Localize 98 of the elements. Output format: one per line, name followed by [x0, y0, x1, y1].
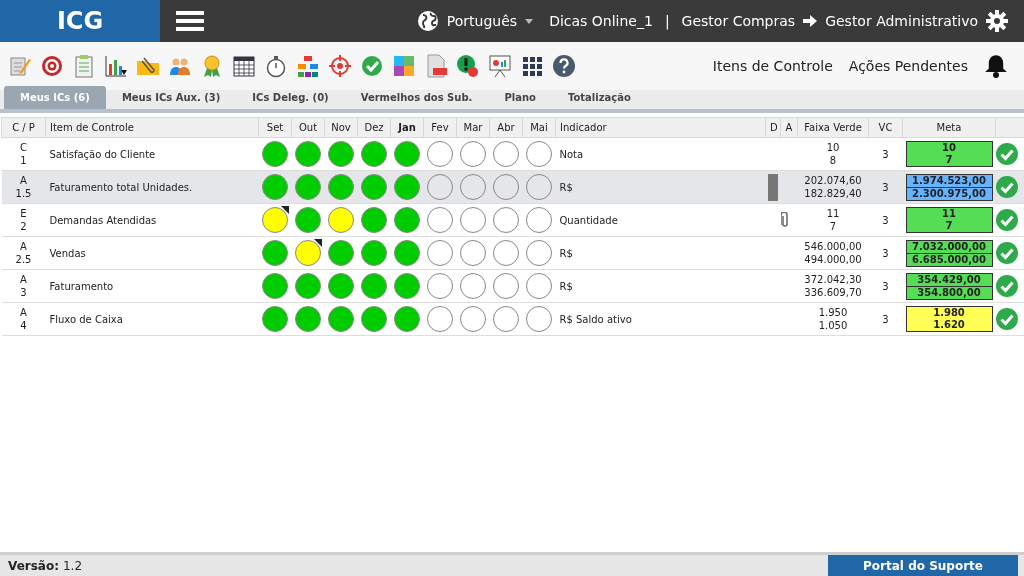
table-cell: R$	[559, 181, 573, 193]
goal-box: 7.032.000,00 6.685.000,00	[905, 239, 993, 267]
goal-box: 11 7	[905, 207, 993, 233]
table-cell: Quantidade	[559, 214, 618, 226]
hierarchy-icon[interactable]	[296, 54, 320, 78]
table-cell: A 3	[20, 272, 27, 299]
table-cell: 546.000,00 494.000,00	[804, 239, 862, 266]
goal-box: 1.980 1.620	[905, 306, 993, 332]
check-circle-icon[interactable]	[995, 275, 1018, 297]
support-link[interactable]: Portal do Suporte	[828, 555, 1018, 576]
tab[interactable]: Meus ICs Aux. (3)	[105, 86, 237, 109]
paperclip-icon[interactable]	[780, 212, 789, 228]
version-label: Versão:	[8, 557, 59, 575]
table-cell: Demandas Atendidas	[49, 214, 157, 226]
column-header[interactable]: Abr	[489, 117, 523, 138]
table-row[interactable]: A 2.5 Vendas R$ 546.000,00 494.000,00 3 7.032.000,00 6.685.000,00	[1, 236, 1024, 270]
tab[interactable]: Vermelhos dos Sub.	[344, 86, 489, 109]
separator-text: |	[664, 11, 670, 32]
calendar-icon[interactable]	[232, 54, 256, 78]
arrow-icon	[803, 15, 818, 27]
caret-icon[interactable]	[525, 18, 534, 24]
table-row[interactable]: E 2 Demandas Atendidas Quantidade 11 7 3 11 7	[1, 203, 1024, 237]
version-number: 1.2	[63, 557, 83, 575]
crosshair-icon[interactable]	[328, 54, 352, 78]
check-circle-icon[interactable]	[995, 143, 1018, 165]
table-cell: A 1.5	[15, 173, 32, 200]
table-cell: 3	[882, 148, 889, 160]
globe-icon	[416, 10, 439, 32]
table-cell: 11 7	[826, 206, 840, 233]
user-name: Dicas Online_1	[549, 11, 653, 31]
tab[interactable]: Totalização	[551, 86, 647, 109]
table-cell: 202.074,60 182.829,40	[804, 173, 862, 200]
table-cell: Faturamento total Unidades.	[49, 181, 193, 193]
column-header[interactable]: Item de Controle	[45, 117, 259, 138]
role-name: Gestor Compras	[681, 11, 796, 31]
column-header[interactable]: Faixa Verde	[797, 117, 869, 138]
table-cell: Faturamento	[49, 280, 114, 292]
settings-icon[interactable]	[986, 10, 1008, 32]
column-header[interactable]: Meta	[902, 117, 996, 138]
column-header[interactable]: Indicador	[555, 117, 766, 138]
table-cell: 10 8	[826, 140, 840, 167]
table-cell: Nota	[559, 148, 584, 160]
stopwatch-icon[interactable]	[264, 54, 288, 78]
nav-link[interactable]: Itens de Controle	[712, 55, 833, 77]
table-cell: 372.042,30 336.609,70	[804, 272, 862, 299]
table-cell: R$	[559, 247, 573, 259]
table-cell: 3	[882, 214, 889, 226]
table-cell: 3	[882, 181, 889, 193]
help-icon[interactable]	[552, 54, 576, 78]
table-row[interactable]: A 3 Faturamento R$ 372.042,30 336.609,70 3 354.429,00 354.800,00	[1, 269, 1024, 303]
tab[interactable]: Plano	[488, 86, 552, 109]
document-icon[interactable]	[424, 54, 448, 78]
check-circle-icon[interactable]	[995, 242, 1018, 264]
table-row[interactable]: A 4 Fluxo de Caixa R$ Saldo ativo 1.950 1.050 3 1.980 1.620	[1, 302, 1024, 336]
check-circle-icon[interactable]	[360, 54, 384, 78]
presentation-icon[interactable]	[488, 54, 512, 78]
table-row[interactable]: A 1.5 Faturamento total Unidades. R$ 202.074,60 182.829,40 3 1.974.523,00 2.300.975,00	[1, 170, 1024, 204]
goal-box: 1.974.523,00 2.300.975,00	[905, 173, 993, 201]
column-header[interactable]: Jan	[390, 117, 424, 138]
table-cell: A 2.5	[15, 239, 32, 266]
alert-icon[interactable]	[456, 54, 480, 78]
goal-box: 354.429,00 354.800,00	[905, 272, 993, 300]
table-row[interactable]: C 1 Satisfação do Cliente Nota 10 8 3 10 7	[1, 137, 1024, 171]
grid-icon[interactable]	[520, 54, 544, 78]
table-cell: R$	[559, 280, 573, 292]
target-icon[interactable]	[40, 54, 64, 78]
column-header[interactable]: Mar	[456, 117, 490, 138]
table-cell: 3	[882, 313, 889, 325]
column-header[interactable]: Out	[291, 117, 325, 138]
table-cell: Fluxo de Caixa	[49, 313, 123, 325]
column-header[interactable]: Fev	[423, 117, 457, 138]
bar-chart-icon[interactable]	[104, 54, 128, 78]
table-cell: R$ Saldo ativo	[559, 313, 632, 325]
logo: ICG	[0, 0, 160, 42]
check-circle-icon[interactable]	[995, 308, 1018, 330]
table-cell: 3	[882, 247, 889, 259]
table-cell: Satisfação do Cliente	[49, 148, 156, 160]
column-header[interactable]: VC	[868, 117, 903, 138]
check-circle-icon[interactable]	[995, 209, 1018, 231]
column-header[interactable]: Set	[258, 117, 292, 138]
table-cell: 1.950 1.050	[818, 305, 848, 332]
bell-icon[interactable]	[984, 54, 1008, 78]
language-selector[interactable]: Português	[446, 10, 518, 32]
tab[interactable]: ICs Deleg. (0)	[236, 86, 345, 109]
check-circle-icon[interactable]	[995, 176, 1018, 198]
role-name: Gestor Administrativo	[825, 11, 978, 31]
table-cell: Vendas	[49, 247, 86, 259]
column-header[interactable]: Nov	[324, 117, 358, 138]
column-header[interactable]: C / P	[1, 117, 46, 138]
goal-box: 10 7	[905, 141, 993, 167]
column-header[interactable]: Dez	[357, 117, 391, 138]
table-cell: A 4	[20, 305, 27, 332]
table-cell: 3	[882, 280, 889, 292]
column-header[interactable]: Mai	[522, 117, 556, 138]
table-cell: E 2	[20, 206, 27, 233]
clipboard-icon[interactable]	[72, 54, 96, 78]
table-cell: C 1	[20, 140, 27, 167]
nav-link[interactable]: Ações Pendentes	[848, 55, 968, 77]
